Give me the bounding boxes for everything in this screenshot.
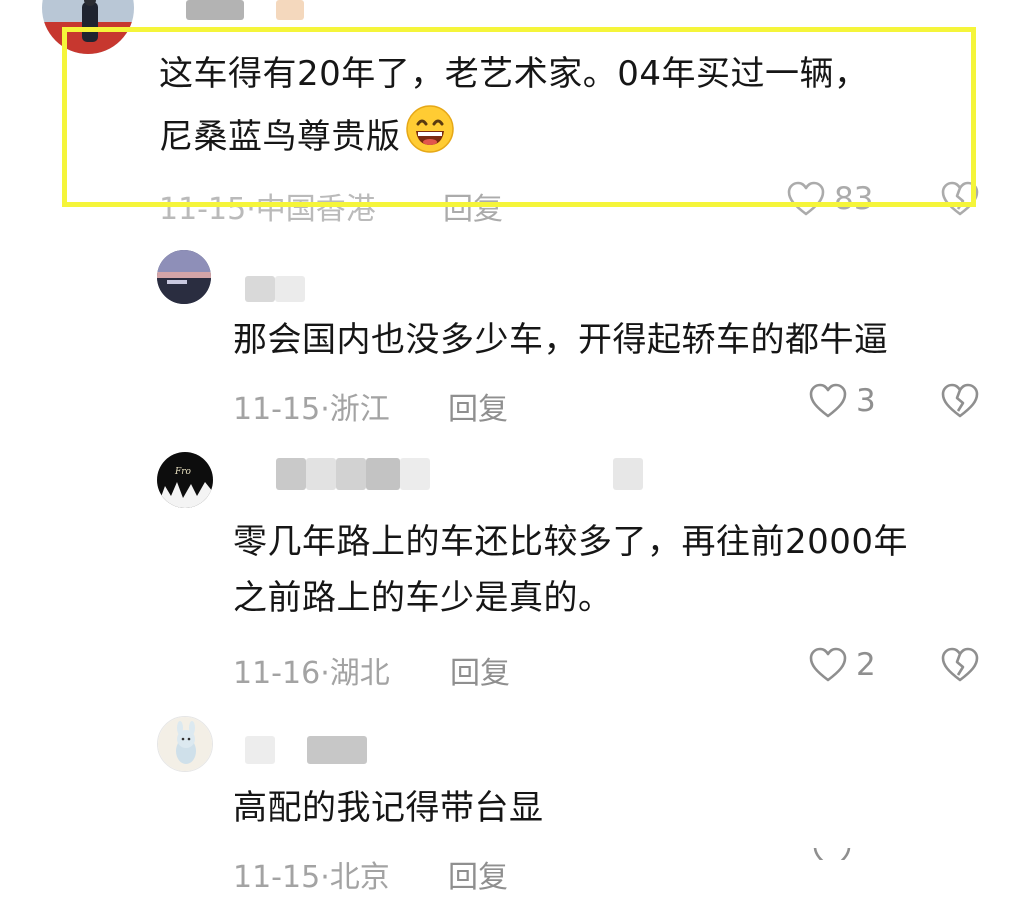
- svg-text:Fro: Fro: [174, 467, 192, 477]
- reply-button[interactable]: 回复: [448, 852, 508, 896]
- comment-3: Fro 零几年路上的车还比较多了，再往前2000年 之前路上的车少是真的。 11…: [0, 440, 1024, 710]
- user-photo-icon: [158, 717, 212, 771]
- comment-1: 这车得有20年了，老艺术家。04年买过一辆， 尼桑蓝鸟尊贵版 11-15·中国香…: [0, 0, 1024, 230]
- avatar[interactable]: [157, 716, 213, 772]
- meta-separator: ·: [246, 192, 256, 227]
- comment-meta: 11-15·中国香港: [159, 184, 376, 228]
- username-redacted: [400, 458, 430, 490]
- heart-icon: [787, 181, 825, 216]
- comment-date: 11-15: [159, 192, 247, 227]
- dislike-button[interactable]: [940, 646, 980, 688]
- username-redacted: [186, 0, 244, 20]
- username-redacted: [366, 458, 400, 490]
- dislike-button[interactable]: [940, 180, 980, 222]
- username-redacted: [336, 458, 366, 490]
- comment-location: 湖北: [329, 656, 390, 691]
- comment-text-line: 零几年路上的车还比较多了，再往前2000年: [233, 522, 909, 562]
- username-redacted: [306, 458, 336, 490]
- comment-meta: 11-15·北京: [233, 852, 390, 896]
- like-count: 83: [834, 181, 874, 217]
- comment-4: 高配的我记得带台显 11-15·北京 回复: [0, 710, 1024, 915]
- username-redacted: [276, 458, 306, 490]
- comment-text: 高配的我记得带台显: [233, 778, 544, 838]
- comment-text-line: 之前路上的车少是真的。: [233, 578, 613, 618]
- reply-button[interactable]: 回复: [450, 648, 510, 692]
- comment-location: 北京: [329, 860, 390, 895]
- meta-separator: ·: [320, 392, 330, 427]
- username-redacted: [307, 736, 367, 764]
- comment-meta: 11-15·浙江: [233, 384, 390, 428]
- user-photo-icon: [42, 0, 134, 54]
- like-button[interactable]: 83: [786, 180, 873, 218]
- like-button[interactable]: 3: [808, 382, 876, 420]
- username-redacted: [275, 276, 305, 302]
- comment-text: 这车得有20年了，老艺术家。04年买过一辆， 尼桑蓝鸟尊贵版: [159, 44, 869, 173]
- username-redacted: [613, 458, 643, 490]
- comment-date: 11-15: [233, 860, 321, 895]
- user-photo-icon: [157, 250, 211, 304]
- broken-heart-icon: [941, 647, 979, 682]
- user-photo-icon: Fro: [157, 452, 213, 508]
- heart-icon: [809, 383, 847, 418]
- heart-icon: [809, 647, 847, 682]
- username-redacted: [276, 0, 304, 20]
- comment-meta: 11-16·湖北: [233, 648, 390, 692]
- username-redacted: [245, 736, 275, 764]
- reply-button[interactable]: 回复: [448, 384, 508, 428]
- meta-separator: ·: [320, 656, 330, 691]
- like-count: 2: [856, 647, 876, 683]
- reply-button[interactable]: 回复: [443, 184, 503, 228]
- meta-separator: ·: [320, 860, 330, 895]
- like-button[interactable]: 2: [808, 646, 876, 684]
- username-redacted: [245, 276, 275, 302]
- avatar[interactable]: [157, 250, 211, 304]
- grinning-face-emoji-icon: [405, 104, 455, 173]
- comment-text: 零几年路上的车还比较多了，再往前2000年 之前路上的车少是真的。: [233, 514, 908, 626]
- comment-location: 中国香港: [255, 192, 376, 227]
- comment-text: 那会国内也没多少车，开得起轿车的都牛逼: [233, 310, 889, 370]
- comment-date: 11-15: [233, 392, 321, 427]
- dislike-button[interactable]: [940, 382, 980, 424]
- like-button[interactable]: [812, 848, 852, 860]
- comment-text-line: 那会国内也没多少车，开得起轿车的都牛逼: [233, 320, 889, 360]
- heart-icon: [813, 848, 851, 860]
- avatar[interactable]: [42, 0, 134, 54]
- avatar[interactable]: Fro: [157, 452, 213, 508]
- comment-location: 浙江: [329, 392, 390, 427]
- like-count: 3: [856, 383, 876, 419]
- comment-date: 11-16: [233, 656, 321, 691]
- broken-heart-icon: [941, 383, 979, 418]
- comment-text-line: 这车得有20年了，老艺术家。04年买过一辆，: [159, 54, 869, 94]
- broken-heart-icon: [941, 181, 979, 216]
- comment-2: 那会国内也没多少车，开得起轿车的都牛逼 11-15·浙江 回复 3: [0, 240, 1024, 440]
- comment-text-line: 尼桑蓝鸟尊贵版: [159, 104, 869, 173]
- comment-text-line: 高配的我记得带台显: [233, 788, 544, 828]
